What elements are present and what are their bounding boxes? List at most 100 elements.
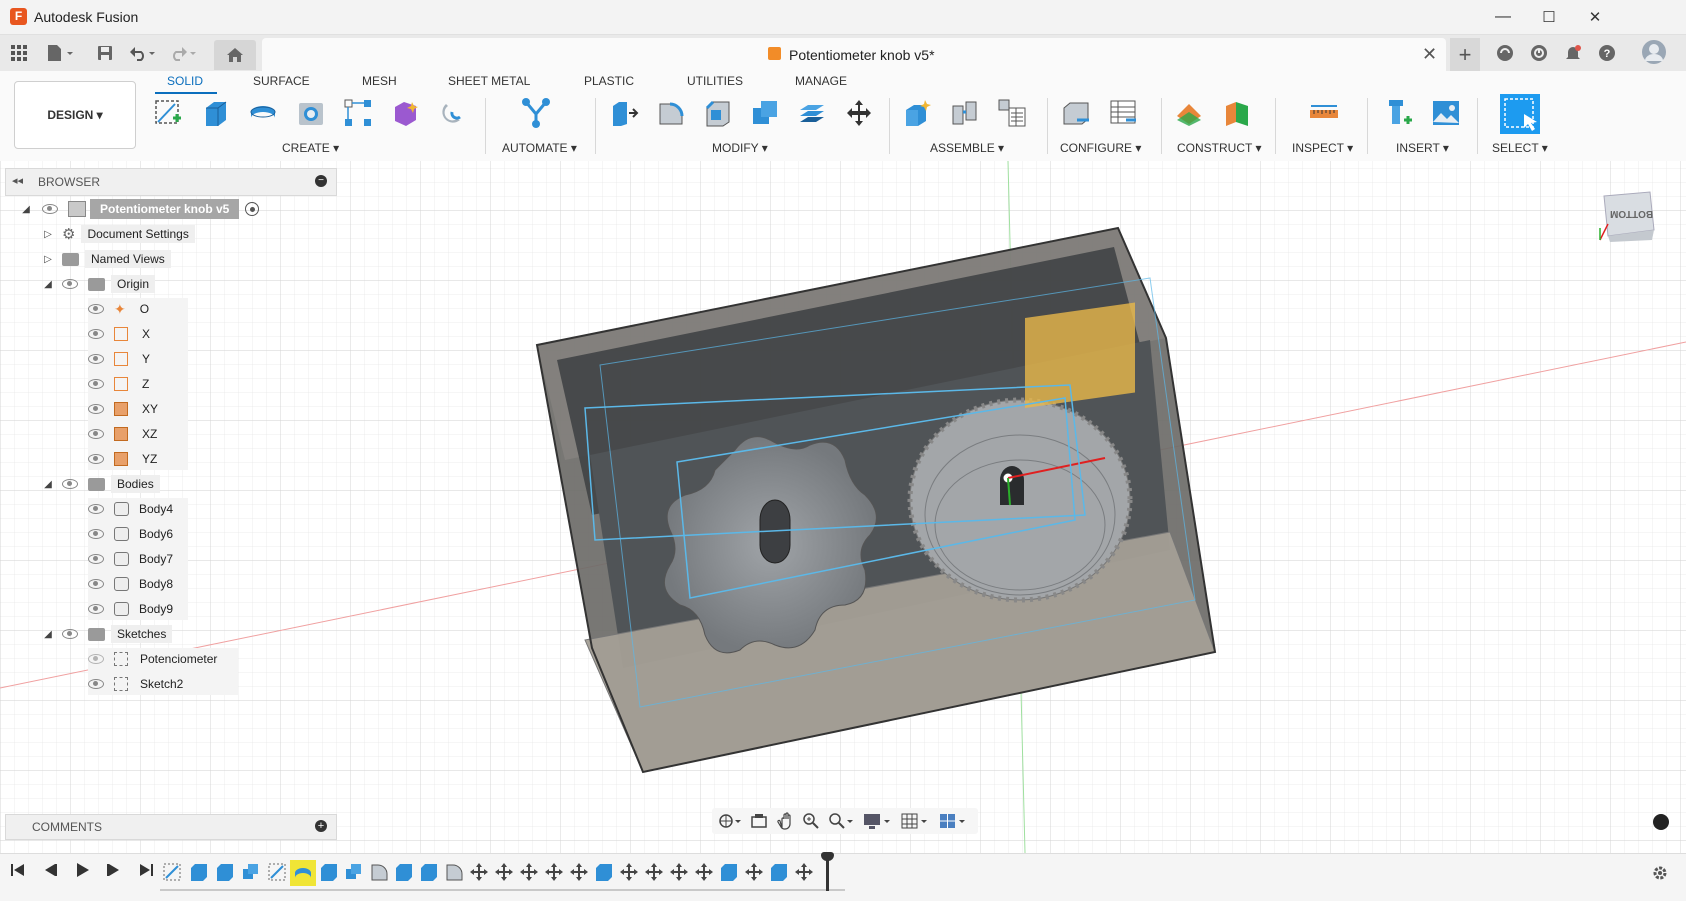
- joint-icon[interactable]: [950, 98, 980, 128]
- go-to-end-icon[interactable]: [138, 862, 154, 878]
- configuration-table-icon[interactable]: [1108, 98, 1138, 128]
- visibility-eye-icon[interactable]: [88, 529, 104, 539]
- chamfer-icon[interactable]: [703, 98, 733, 128]
- timeline-feature-move[interactable]: [745, 863, 763, 881]
- assemble-group-label[interactable]: ASSEMBLE ▾: [930, 141, 1004, 155]
- timeline-marker[interactable]: [826, 856, 829, 891]
- tree-row-y-axis[interactable]: Y: [88, 348, 188, 370]
- tab-sheet-metal[interactable]: SHEET METAL: [448, 74, 530, 88]
- fillet-icon[interactable]: [656, 98, 686, 128]
- timeline-feature-combine[interactable]: [346, 864, 361, 879]
- timeline-feature-move[interactable]: [520, 863, 538, 881]
- timeline-feature-move[interactable]: [495, 863, 513, 881]
- timeline-feature-extrude[interactable]: [321, 864, 337, 881]
- modify-group-label[interactable]: MODIFY ▾: [712, 141, 768, 155]
- new-tab-button[interactable]: +: [1450, 38, 1480, 71]
- visibility-eye-icon[interactable]: [88, 504, 104, 514]
- tree-row-origin[interactable]: ◢ Origin: [20, 273, 340, 295]
- tree-row-body[interactable]: Body4: [88, 498, 188, 520]
- tab-manage[interactable]: MANAGE: [795, 74, 847, 88]
- data-panel-icon[interactable]: [1494, 42, 1516, 64]
- tree-row-body[interactable]: Body9: [88, 598, 188, 620]
- viewports-icon[interactable]: [938, 812, 968, 830]
- file-menu-icon[interactable]: [44, 42, 78, 64]
- collapse-browser-icon[interactable]: ◂◂: [12, 174, 23, 187]
- orbit-icon[interactable]: [718, 812, 742, 830]
- home-tab-button[interactable]: [214, 40, 256, 70]
- visibility-eye-icon[interactable]: [88, 329, 104, 339]
- timeline-feature-fillet[interactable]: [446, 864, 463, 881]
- tree-row-body[interactable]: Body7: [88, 548, 188, 570]
- inspect-group-label[interactable]: INSPECT ▾: [1292, 141, 1353, 155]
- visibility-eye-icon[interactable]: [88, 404, 104, 414]
- visibility-eye-icon[interactable]: [88, 554, 104, 564]
- expand-triangle-icon[interactable]: ▷: [42, 254, 54, 265]
- tree-row-yz-plane[interactable]: YZ: [88, 448, 188, 470]
- visibility-eye-icon[interactable]: [62, 279, 78, 289]
- tree-root-row[interactable]: ◢ Potentiometer knob v5: [20, 198, 340, 220]
- visibility-eye-icon[interactable]: [62, 479, 78, 489]
- tab-surface[interactable]: SURFACE: [253, 74, 310, 88]
- timeline-feature-sketch[interactable]: [268, 863, 286, 881]
- timeline-feature-combine[interactable]: [243, 864, 258, 879]
- derive-icon[interactable]: [438, 98, 468, 128]
- timeline-feature-move[interactable]: [570, 863, 588, 881]
- tree-row-sketch[interactable]: Potenciometer: [88, 648, 238, 670]
- visibility-eye-icon[interactable]: [62, 629, 78, 639]
- timeline-feature-extrude[interactable]: [596, 864, 612, 881]
- minimize-button[interactable]: —: [1480, 0, 1526, 34]
- visibility-eye-icon[interactable]: [88, 379, 104, 389]
- viewcube[interactable]: BOTTOM: [1598, 190, 1656, 244]
- new-component-icon[interactable]: [903, 98, 933, 128]
- offset-plane-icon[interactable]: [1175, 98, 1205, 128]
- create-sketch-icon[interactable]: [153, 98, 183, 128]
- visibility-eye-icon[interactable]: [88, 604, 104, 614]
- measure-icon[interactable]: [1309, 98, 1339, 128]
- timeline-feature-move[interactable]: [470, 863, 488, 881]
- timeline-feature-move[interactable]: [670, 863, 688, 881]
- visibility-eye-icon[interactable]: [88, 579, 104, 589]
- timeline-feature-move[interactable]: [795, 863, 813, 881]
- notifications-icon[interactable]: [1562, 42, 1584, 64]
- document-tab[interactable]: Potentiometer knob v5* ✕: [262, 38, 1446, 71]
- browser-minimize-icon[interactable]: −: [315, 175, 327, 187]
- hidden-eye-icon[interactable]: [88, 654, 104, 664]
- root-component-label[interactable]: Potentiometer knob v5: [90, 199, 240, 219]
- visibility-eye-icon[interactable]: [42, 204, 58, 214]
- offset-face-icon[interactable]: [797, 98, 827, 128]
- extrude-icon[interactable]: [201, 98, 231, 128]
- save-icon[interactable]: [94, 42, 116, 64]
- tree-row-x-axis[interactable]: X: [88, 323, 188, 345]
- visibility-eye-icon[interactable]: [88, 354, 104, 364]
- step-back-icon[interactable]: [42, 862, 58, 878]
- tab-plastic[interactable]: PLASTIC: [584, 74, 634, 88]
- press-pull-icon[interactable]: [609, 98, 639, 128]
- workspace-switcher[interactable]: DESIGN ▾: [14, 81, 136, 149]
- timeline-feature-extrude[interactable]: [191, 864, 207, 881]
- tree-row-body[interactable]: Body6: [88, 523, 188, 545]
- add-comment-icon[interactable]: +: [315, 820, 327, 832]
- display-settings-icon[interactable]: [862, 812, 892, 830]
- configure-group-label[interactable]: CONFIGURE ▾: [1060, 141, 1141, 155]
- timeline-feature-extrude[interactable]: [217, 864, 233, 881]
- pan-icon[interactable]: [776, 812, 794, 830]
- undo-icon[interactable]: [128, 42, 160, 64]
- timeline-feature-move[interactable]: [645, 863, 663, 881]
- tab-utilities[interactable]: UTILITIES: [687, 74, 743, 88]
- visibility-eye-icon[interactable]: [88, 429, 104, 439]
- step-forward-icon[interactable]: [106, 862, 122, 878]
- create-form-icon[interactable]: [391, 98, 421, 128]
- go-to-start-icon[interactable]: [10, 862, 26, 878]
- select-icon[interactable]: [1500, 94, 1540, 134]
- tree-row-xz-plane[interactable]: XZ: [88, 423, 188, 445]
- visibility-eye-icon[interactable]: [88, 304, 104, 314]
- tree-row-xy-plane[interactable]: XY: [88, 398, 188, 420]
- tab-solid[interactable]: SOLID: [167, 74, 203, 88]
- tree-row-z-axis[interactable]: Z: [88, 373, 188, 395]
- capture-icon[interactable]: [1653, 814, 1669, 830]
- close-tab-button[interactable]: ✕: [1422, 44, 1437, 65]
- insert-mcmaster-icon[interactable]: [1384, 98, 1414, 128]
- collapse-triangle-icon[interactable]: ◢: [42, 279, 54, 290]
- bill-of-materials-icon[interactable]: [997, 98, 1027, 128]
- expand-triangle-icon[interactable]: ▷: [42, 229, 54, 240]
